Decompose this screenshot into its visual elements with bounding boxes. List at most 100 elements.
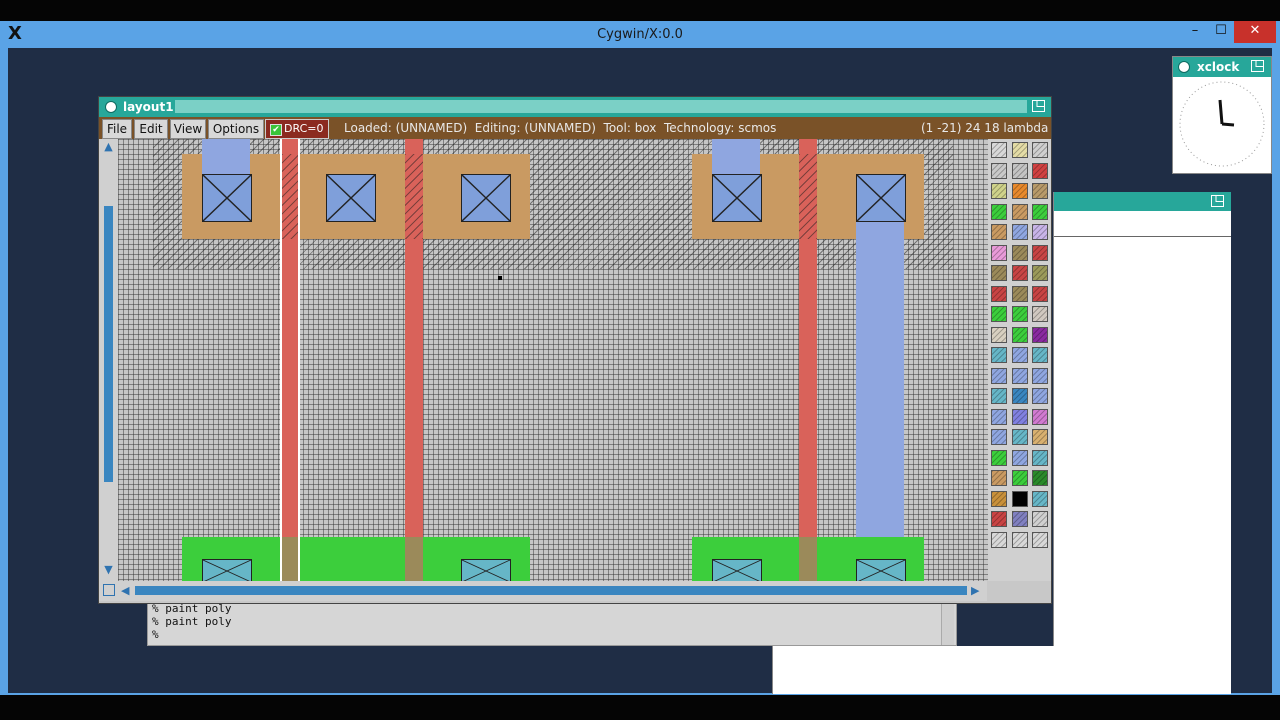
layer-swatch[interactable] (1011, 408, 1028, 425)
background-window[interactable] (1053, 192, 1231, 694)
layer-swatch[interactable] (1032, 449, 1048, 466)
layer-swatch[interactable] (1011, 367, 1028, 384)
console-scrollbar[interactable] (941, 601, 954, 645)
layer-swatch[interactable] (1032, 244, 1048, 261)
layer-swatch[interactable] (991, 511, 1007, 527)
layer-swatch[interactable] (1032, 162, 1048, 179)
maximize-icon[interactable] (1032, 100, 1046, 113)
maximize-icon[interactable] (1211, 195, 1225, 208)
layer-swatch[interactable] (991, 306, 1007, 322)
menubar: File Edit View Options ✔ DRC=0 Loaded: (… (99, 117, 1051, 139)
layer-swatch[interactable] (991, 326, 1007, 343)
layer-swatch[interactable] (991, 203, 1007, 220)
layer-swatch[interactable] (991, 449, 1007, 466)
xclock-window[interactable]: xclock (1172, 56, 1272, 174)
layer-swatch[interactable] (1011, 429, 1028, 445)
drc-checkbox[interactable]: ✔ (270, 124, 282, 136)
layer-swatch[interactable] (1011, 224, 1028, 240)
horizontal-scrollbar[interactable]: ◀ ▶ (99, 581, 987, 601)
layout-canvas[interactable] (118, 139, 988, 581)
minimize-button[interactable]: – (1182, 21, 1208, 43)
layer-swatch[interactable] (991, 142, 1007, 158)
top-black-band (0, 0, 1280, 21)
layer-swatch[interactable] (1032, 203, 1048, 220)
layer-swatch[interactable] (1011, 470, 1028, 486)
scroll-down-icon[interactable]: ▼ (99, 563, 118, 576)
window-menu-icon[interactable] (1178, 61, 1190, 73)
bottom-black-band (0, 695, 1280, 720)
scroll-up-icon[interactable]: ▲ (99, 140, 118, 153)
layer-swatch[interactable] (1032, 429, 1048, 445)
layer-swatch[interactable] (1032, 511, 1048, 527)
layer-swatch[interactable] (1011, 531, 1028, 548)
layer-swatch[interactable] (991, 531, 1007, 548)
layer-swatch[interactable] (1011, 285, 1028, 302)
layer-swatch[interactable] (1032, 388, 1048, 404)
close-button[interactable]: ✕ (1234, 21, 1276, 43)
vertical-scroll-thumb[interactable] (104, 206, 113, 482)
layer-swatch[interactable] (991, 490, 1007, 507)
layer-swatch[interactable] (991, 162, 1007, 179)
layer-swatch[interactable] (991, 388, 1007, 404)
layer-swatch[interactable] (991, 470, 1007, 486)
layer-swatch[interactable] (1011, 511, 1028, 527)
layer-swatch[interactable] (991, 429, 1007, 445)
layer-swatch[interactable] (991, 183, 1007, 199)
layer-swatch[interactable] (1011, 449, 1028, 466)
layer-swatch[interactable] (1032, 490, 1048, 507)
layer-swatch[interactable] (991, 244, 1007, 261)
layer-swatch[interactable] (1032, 367, 1048, 384)
layer-swatch[interactable] (1032, 224, 1048, 240)
layout-window[interactable]: layout1 File Edit View Options ✔ DRC=0 L… (98, 96, 1052, 604)
layer-swatch[interactable] (1032, 326, 1048, 343)
vertical-scrollbar[interactable]: ▲ ▼ (99, 139, 118, 581)
layer-swatch[interactable] (991, 224, 1007, 240)
cursor-point (498, 276, 502, 280)
layer-swatch[interactable] (1032, 347, 1048, 363)
layout-titlebar[interactable]: layout1 (99, 97, 1051, 117)
layer-swatch[interactable] (1011, 306, 1028, 322)
background-window-titlebar[interactable] (1054, 192, 1231, 211)
layer-swatch[interactable] (1011, 347, 1028, 363)
layer-swatch[interactable] (1032, 306, 1048, 322)
layer-swatch[interactable] (991, 347, 1007, 363)
layer-swatch[interactable] (1011, 203, 1028, 220)
menu-options[interactable]: Options (208, 119, 264, 139)
layer-swatch[interactable] (1011, 490, 1028, 507)
layer-swatch[interactable] (1032, 265, 1048, 281)
layer-swatch[interactable] (1032, 531, 1048, 548)
layer-swatch[interactable] (1032, 408, 1048, 425)
layer-swatch[interactable] (991, 265, 1007, 281)
drc-toggle[interactable]: ✔ DRC=0 (265, 119, 329, 139)
window-menu-icon[interactable] (105, 101, 117, 113)
layer-swatch[interactable] (1011, 162, 1028, 179)
layer-swatch[interactable] (1032, 183, 1048, 199)
layer-swatch[interactable] (991, 367, 1007, 384)
layer-swatch[interactable] (1011, 142, 1028, 158)
layer-swatch[interactable] (1011, 326, 1028, 343)
menu-view[interactable]: View (170, 119, 206, 139)
layer-swatch[interactable] (991, 408, 1007, 425)
zoom-box-icon[interactable] (103, 584, 115, 596)
layer-swatch[interactable] (1011, 265, 1028, 281)
cygwin-titlebar[interactable]: X Cygwin/X:0.0 – ☐ ✕ (0, 21, 1280, 48)
console-line: % paint poly (152, 615, 232, 628)
layer-swatch[interactable] (1011, 244, 1028, 261)
layer-swatch[interactable] (991, 285, 1007, 302)
xclock-titlebar[interactable]: xclock (1173, 57, 1271, 77)
scroll-left-icon[interactable]: ◀ (121, 584, 129, 597)
console-prompt[interactable]: % (152, 628, 159, 641)
tkcon-console[interactable]: % paint poly % paint poly % (147, 600, 957, 646)
layer-swatch[interactable] (1032, 470, 1048, 486)
layer-swatch[interactable] (1032, 142, 1048, 158)
scroll-right-icon[interactable]: ▶ (971, 584, 979, 597)
transistor-gate (282, 537, 298, 581)
layer-swatch[interactable] (1011, 388, 1028, 404)
layer-swatch[interactable] (1011, 183, 1028, 199)
layer-swatch[interactable] (1032, 285, 1048, 302)
maximize-icon[interactable] (1251, 60, 1265, 73)
menu-file[interactable]: File (102, 119, 132, 139)
horizontal-scroll-thumb[interactable] (135, 586, 967, 595)
maximize-button[interactable]: ☐ (1208, 21, 1234, 43)
menu-edit[interactable]: Edit (134, 119, 168, 139)
